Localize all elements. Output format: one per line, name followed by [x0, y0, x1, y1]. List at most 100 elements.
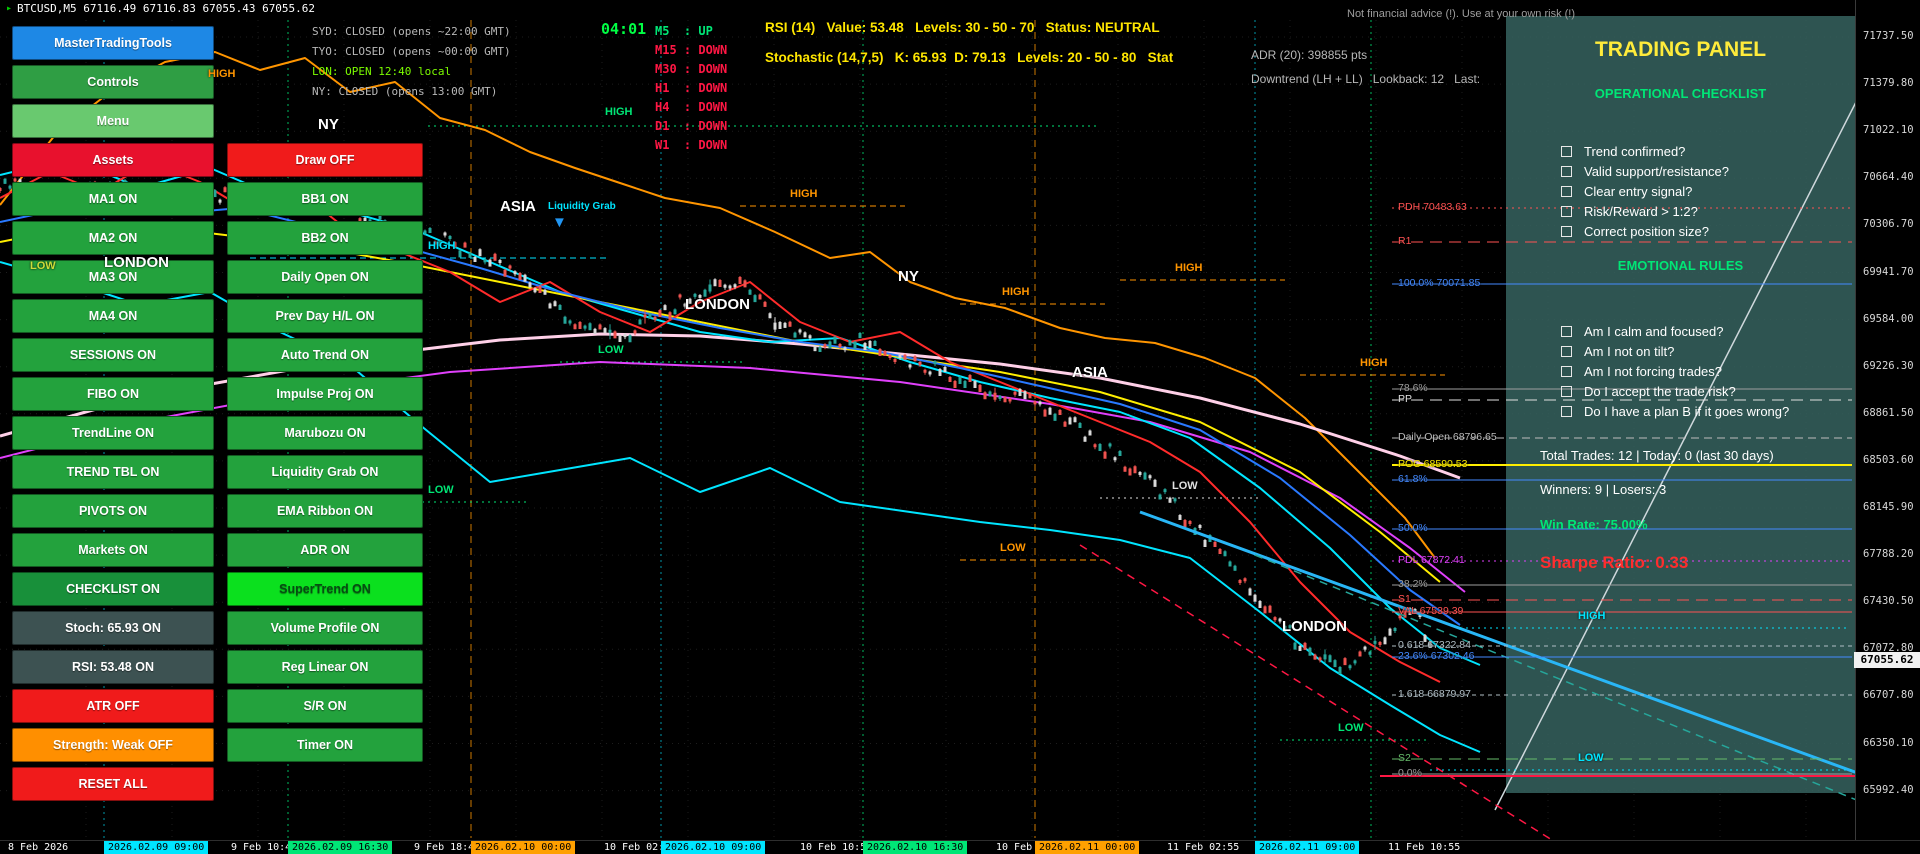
- button-checklist-on[interactable]: CHECKLIST ON: [12, 572, 214, 606]
- candle-body: [433, 241, 437, 245]
- candle-body: [1253, 594, 1257, 602]
- button-trend-tbl-on[interactable]: TREND TBL ON: [12, 455, 214, 489]
- button-volume-profile-on[interactable]: Volume Profile ON: [227, 611, 423, 645]
- candle-body: [568, 320, 572, 324]
- button-prev-day-h-l-on[interactable]: Prev Day H/L ON: [227, 299, 423, 333]
- candle-body: [618, 335, 622, 342]
- candle-body: [1283, 625, 1287, 631]
- price-axis-label: 68145.90: [1863, 501, 1914, 513]
- price-axis[interactable]: 71737.50 71379.80 71022.10 70664.40 70306.70…: [1855, 0, 1920, 840]
- candle-body: [1268, 605, 1272, 613]
- candle-body: [753, 295, 757, 303]
- candle-body: [983, 392, 987, 400]
- checklist-item-label: Valid support/resistance?: [1584, 164, 1730, 179]
- time-axis[interactable]: 8 Feb 2026 2026.02.09 09:00 9 Feb 10:45 202…: [0, 840, 1920, 854]
- button-sessions-on[interactable]: SESSIONS ON: [12, 338, 214, 372]
- checklist-item: Am I calm and focused?: [1561, 324, 1723, 339]
- candle-body: [458, 250, 462, 258]
- button-adr-on[interactable]: ADR ON: [227, 533, 423, 567]
- button-ema-ribbon-on[interactable]: EMA Ribbon ON: [227, 494, 423, 528]
- price-axis-label: 67430.50: [1863, 595, 1914, 608]
- candle-body: [558, 305, 562, 310]
- button-impulse-proj-on[interactable]: Impulse Proj ON: [227, 377, 423, 411]
- button-fibo-on[interactable]: FIBO ON: [12, 377, 214, 411]
- button-liquidity-grab-on[interactable]: Liquidity Grab ON: [227, 455, 423, 489]
- candle-body: [883, 351, 887, 356]
- checkbox-icon[interactable]: [1561, 386, 1572, 397]
- checkbox-icon[interactable]: [1561, 326, 1572, 337]
- candle-body: [1173, 498, 1177, 502]
- checklist-item: Trend confirmed?: [1561, 144, 1685, 159]
- candle-body: [1128, 468, 1132, 476]
- candle-body: [1188, 521, 1192, 524]
- button-s-r-on[interactable]: S/R ON: [227, 689, 423, 723]
- button-markets-on[interactable]: Markets ON: [12, 533, 214, 567]
- candle-body: [903, 354, 907, 360]
- button-mastertradingtools[interactable]: MasterTradingTools: [12, 26, 214, 60]
- checklist-item-label: Clear entry signal?: [1584, 184, 1693, 199]
- price-axis-label: 66707.80: [1863, 689, 1914, 702]
- button-supertrend-on[interactable]: SuperTrend ON: [227, 572, 423, 606]
- button-atr-off[interactable]: ATR OFF: [12, 689, 214, 723]
- button-draw-off[interactable]: Draw OFF: [227, 143, 423, 177]
- checkbox-icon[interactable]: [1561, 186, 1572, 197]
- button-assets[interactable]: Assets: [12, 143, 214, 177]
- button-ma3-on[interactable]: MA3 ON: [12, 260, 214, 294]
- candle-body: [528, 282, 532, 288]
- candle-body: [498, 260, 502, 263]
- button-bb1-on[interactable]: BB1 ON: [227, 182, 423, 216]
- button-ma1-on[interactable]: MA1 ON: [12, 182, 214, 216]
- candle-body: [693, 293, 697, 297]
- candle-body: [1278, 618, 1282, 622]
- button-menu[interactable]: Menu: [12, 104, 214, 138]
- button-trendline-on[interactable]: TrendLine ON: [12, 416, 214, 450]
- button-ma4-on[interactable]: MA4 ON: [12, 299, 214, 333]
- button-auto-trend-on[interactable]: Auto Trend ON: [227, 338, 423, 372]
- button-marubozu-on[interactable]: Marubozu ON: [227, 416, 423, 450]
- candle-body: [1148, 475, 1152, 479]
- candle-body: [973, 381, 977, 388]
- checkbox-icon[interactable]: [1561, 146, 1572, 157]
- checkbox-icon[interactable]: [1561, 366, 1572, 377]
- checkbox-icon[interactable]: [1561, 166, 1572, 177]
- candle-body: [573, 324, 577, 330]
- button-reset-all[interactable]: RESET ALL: [12, 767, 214, 801]
- candle-body: [803, 332, 807, 338]
- total-trades-stat: Total Trades: 12 | Today: 0 (last 30 day…: [1540, 448, 1774, 463]
- button-controls[interactable]: Controls: [12, 65, 214, 99]
- candle-body: [813, 346, 817, 352]
- checkbox-icon[interactable]: [1561, 406, 1572, 417]
- series-trend-red-dash: [1079, 544, 1554, 840]
- candle-body: [938, 369, 942, 376]
- candle-body: [723, 284, 727, 288]
- button-bb2-on[interactable]: BB2 ON: [227, 221, 423, 255]
- button-timer-on[interactable]: Timer ON: [227, 728, 423, 762]
- button-daily-open-on[interactable]: Daily Open ON: [227, 260, 423, 294]
- candle-body: [453, 242, 457, 248]
- button-reg-linear-on[interactable]: Reg Linear ON: [227, 650, 423, 684]
- candle-body: [738, 277, 742, 284]
- stochastic-info: Stochastic (14,7,5) K: 65.93 D: 79.13 Le…: [765, 50, 1174, 65]
- candle-body: [1023, 391, 1027, 400]
- candle-body: [858, 333, 862, 338]
- button-ma2-on[interactable]: MA2 ON: [12, 221, 214, 255]
- button-strength-weak-off[interactable]: Strength: Weak OFF: [12, 728, 214, 762]
- emotional-title: EMOTIONAL RULES: [1617, 258, 1744, 273]
- candle-body: [643, 314, 647, 318]
- checkbox-icon[interactable]: [1561, 226, 1572, 237]
- button-rsi-53-48-on[interactable]: RSI: 53.48 ON: [12, 650, 214, 684]
- candle-body: [1113, 457, 1117, 461]
- candle-body: [1213, 542, 1217, 547]
- candle-body: [838, 344, 842, 347]
- candle-body: [668, 312, 672, 320]
- price-axis-label: 69226.30: [1863, 359, 1914, 372]
- checkbox-icon[interactable]: [1561, 346, 1572, 357]
- button-pivots-on[interactable]: PIVOTS ON: [12, 494, 214, 528]
- checklist-item: Correct position size?: [1561, 224, 1709, 239]
- candle-body: [1363, 646, 1367, 650]
- checkbox-icon[interactable]: [1561, 206, 1572, 217]
- candle-body: [988, 391, 992, 397]
- candle-body: [1138, 472, 1142, 475]
- button-stoch-65-93-on[interactable]: Stoch: 65.93 ON: [12, 611, 214, 645]
- candle-body: [628, 335, 632, 343]
